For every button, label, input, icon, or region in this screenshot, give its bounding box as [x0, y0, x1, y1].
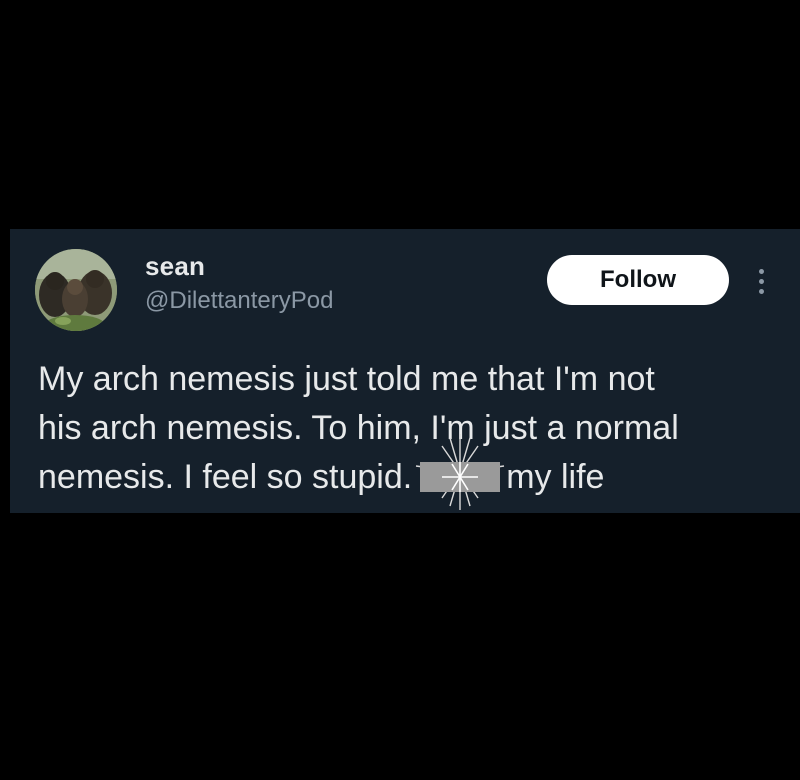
- tweet-text-line-3: nemesis. I feel so stupid.: [38, 458, 413, 496]
- tweet-card[interactable]: sean @DilettanteryPod Follow My arch nem…: [10, 229, 800, 513]
- avatar[interactable]: [35, 249, 117, 331]
- more-vertical-icon: [758, 268, 764, 274]
- tweet-text: My arch nemesis just told me that I'm no…: [38, 355, 778, 510]
- more-vertical-icon-dot: [758, 288, 764, 294]
- tweet-text-line-1: My arch nemesis just told me that I'm no…: [38, 360, 655, 398]
- more-options-button[interactable]: [746, 261, 776, 301]
- follow-button[interactable]: Follow: [547, 255, 729, 305]
- censored-bar-icon: [416, 434, 505, 510]
- censor-starburst: [416, 434, 505, 510]
- user-handle[interactable]: @DilettanteryPod: [145, 287, 333, 315]
- avatar-image: [35, 249, 117, 331]
- tweet-text-line-2: his arch nemesis. To him, I'm just a nor…: [38, 409, 679, 447]
- display-name[interactable]: sean: [145, 251, 205, 282]
- more-vertical-icon-dot: [758, 278, 764, 284]
- tweet-text-line-3-end: my life: [506, 458, 605, 496]
